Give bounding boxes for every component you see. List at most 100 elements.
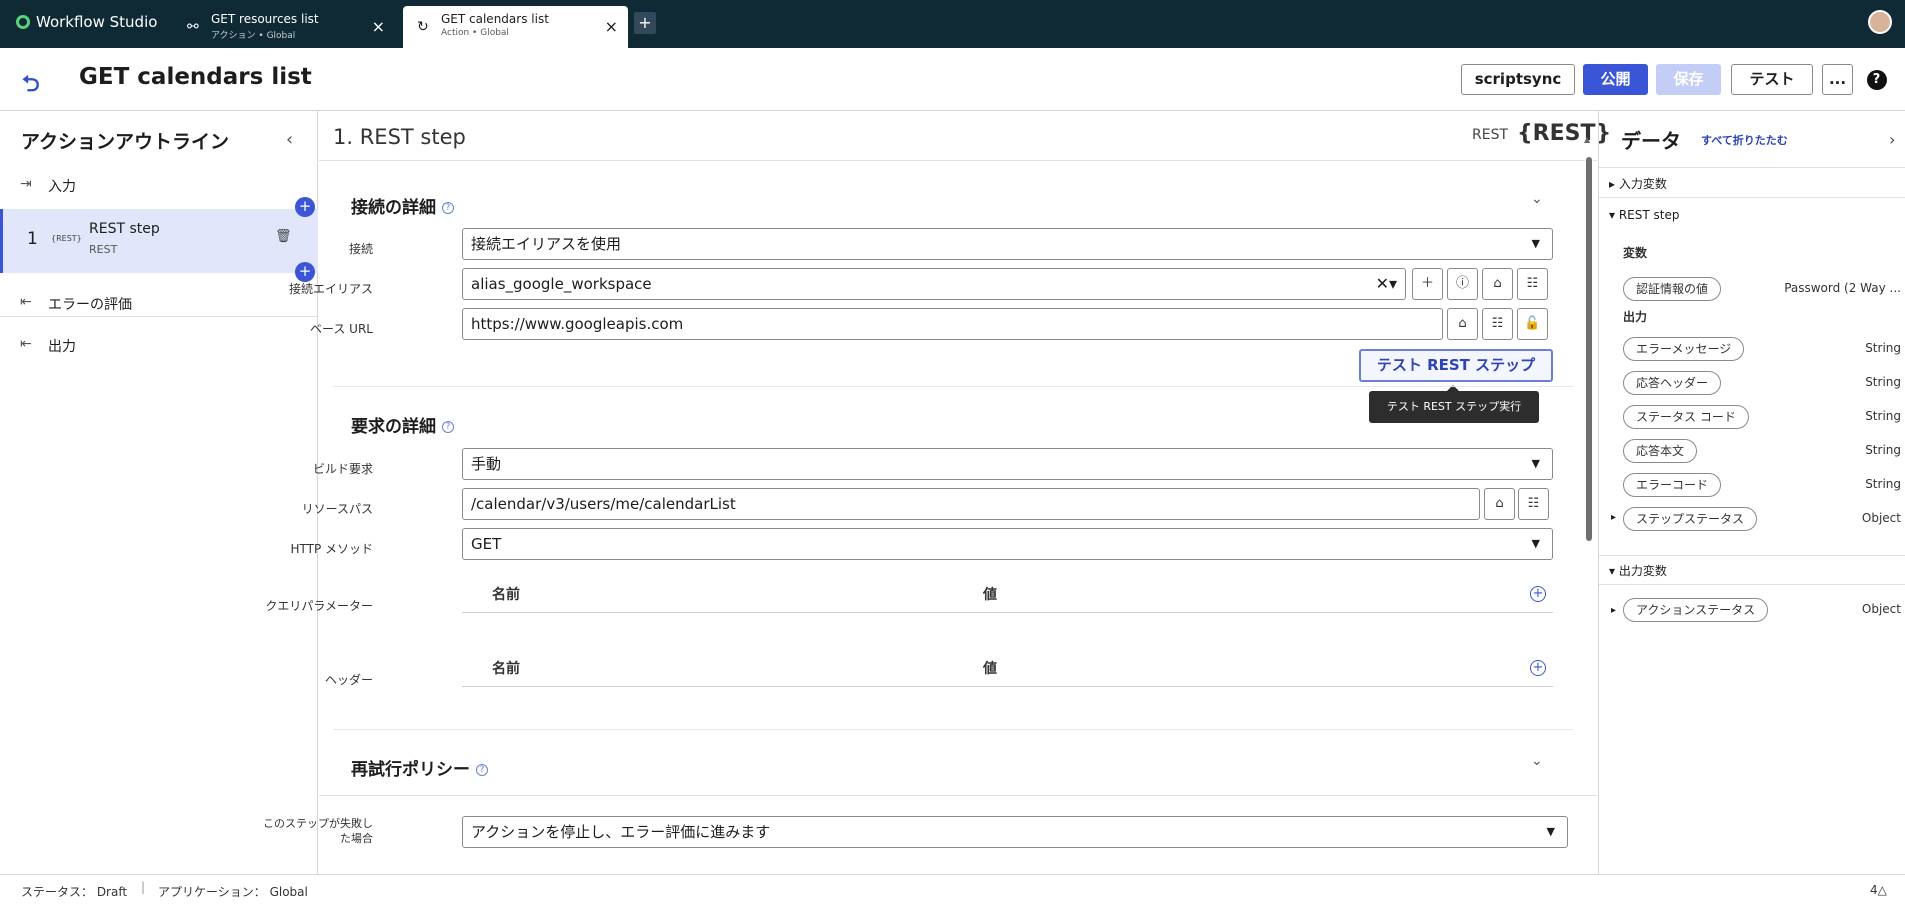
scroll-up-icon[interactable]: ▲ xyxy=(1584,135,1590,144)
output-vars-toggle[interactable]: ▾ 出力変数 xyxy=(1609,562,1667,579)
help-icon[interactable]: ? xyxy=(476,764,488,776)
connection-select[interactable]: 接続エイリアスを使用 ▼ xyxy=(462,228,1553,260)
application-text: アプリケーション： Global xyxy=(158,885,308,899)
rest-step-toggle[interactable]: ▾ REST step xyxy=(1609,208,1679,222)
divider xyxy=(1599,167,1905,168)
data-panel: データ すべて折りたたむ › ▸ 入力変数 ▾ REST step 変数 認証情… xyxy=(1598,111,1905,874)
pill-icon[interactable]: ⌂ xyxy=(1484,488,1515,520)
caret-down-icon: ▼ xyxy=(1546,825,1555,838)
status-bar: ステータス： Draft | アプリケーション： Global 4△ xyxy=(0,874,1905,904)
add-alias-button[interactable]: ＋ xyxy=(1412,268,1443,300)
flow-icon: ⚯ xyxy=(187,19,199,35)
app-logo[interactable]: Workflow Studio xyxy=(16,13,157,31)
tab-get-resources-list[interactable]: ⚯ GET resources list アクション • Global × xyxy=(173,6,395,48)
field-label: ヘッダー xyxy=(324,673,373,687)
scriptsync-button[interactable]: scriptsync xyxy=(1461,64,1575,95)
info-icon[interactable]: ⓘ xyxy=(1447,268,1478,300)
chevron-right-icon[interactable]: › xyxy=(1889,130,1895,149)
test-button[interactable]: テスト xyxy=(1731,64,1813,95)
app-name: Workflow Studio xyxy=(36,13,158,31)
data-pill[interactable]: ステータス コード xyxy=(1623,405,1749,429)
bell-icon: △ xyxy=(1877,883,1887,897)
divider xyxy=(319,160,1597,161)
outline-item-input[interactable]: ⇥ 入力 xyxy=(0,176,318,200)
pill-icon[interactable]: ⌂ xyxy=(1482,268,1513,300)
add-step-above-button[interactable]: + xyxy=(295,197,315,217)
alias-field[interactable]: alias_google_workspace ✕▾ xyxy=(462,268,1406,300)
scrollbar-thumb[interactable] xyxy=(1586,157,1592,541)
collapse-all-link[interactable]: すべて折りたたむ xyxy=(1701,132,1788,148)
data-pill[interactable]: アクションステータス xyxy=(1623,598,1769,622)
data-picker-icon[interactable]: ☷ xyxy=(1518,488,1549,520)
caret-down-icon: ▾ xyxy=(1609,208,1619,222)
help-icon[interactable]: ? xyxy=(442,202,454,214)
add-tab-button[interactable]: + xyxy=(634,12,656,34)
section-connection-details: 接続の詳細? xyxy=(351,193,454,218)
pill-icon[interactable]: ⌂ xyxy=(1447,308,1478,340)
divider xyxy=(1599,584,1905,585)
label-line: た場合 xyxy=(340,832,373,845)
data-pill[interactable]: 応答ヘッダー xyxy=(1623,371,1722,395)
lock-icon[interactable]: 🔓 xyxy=(1517,308,1548,340)
data-pill[interactable]: エラーメッセージ xyxy=(1623,337,1745,361)
caret-right-icon[interactable]: ▸ xyxy=(1611,605,1616,616)
clear-dropdown-icon[interactable]: ✕▾ xyxy=(1376,269,1397,299)
build-request-select[interactable]: 手動 ▼ xyxy=(462,448,1553,480)
help-icon[interactable]: ? xyxy=(442,421,454,433)
add-step-below-button[interactable]: + xyxy=(295,262,315,282)
field-label: ベース URL xyxy=(309,322,373,336)
divider xyxy=(1599,197,1905,198)
step-type-label: REST xyxy=(1472,127,1509,143)
data-pill[interactable]: エラーコード xyxy=(1623,473,1722,497)
separator: | xyxy=(141,880,146,894)
http-method-select[interactable]: GET ▼ xyxy=(462,528,1553,560)
outputs-label: 出力 xyxy=(1623,310,1648,324)
more-button[interactable]: ... xyxy=(1822,64,1853,95)
data-type: String xyxy=(1865,409,1901,423)
data-pill[interactable]: 応答本文 xyxy=(1623,439,1698,463)
chevron-down-icon[interactable]: ⌄ xyxy=(1531,191,1543,207)
section-label: REST step xyxy=(1618,208,1680,222)
data-type: String xyxy=(1865,443,1901,457)
tab-title: GET calendars list xyxy=(441,12,549,26)
output-icon: ⇤ xyxy=(20,336,32,352)
data-picker-icon[interactable]: ☷ xyxy=(1482,308,1513,340)
on-failure-select[interactable]: アクションを停止し、エラー評価に進みます ▼ xyxy=(462,816,1568,848)
add-query-param-button[interactable]: + xyxy=(1530,586,1546,602)
collapse-left-icon[interactable]: ‹ xyxy=(286,129,293,150)
tooltip: テスト REST ステップ実行 xyxy=(1369,385,1539,423)
caret-right-icon[interactable]: ▸ xyxy=(1611,512,1616,523)
chevron-down-icon[interactable]: ⌄ xyxy=(1531,753,1543,769)
input-vars-toggle[interactable]: ▸ 入力変数 xyxy=(1609,175,1667,192)
data-pill[interactable]: ステップステータス xyxy=(1623,507,1758,531)
resource-path-field[interactable]: /calendar/v3/users/me/calendarList xyxy=(462,488,1480,520)
caret-down-icon: ▼ xyxy=(1531,457,1540,470)
step-title: 1. REST step xyxy=(333,125,466,149)
tab-subtitle: Action • Global xyxy=(441,28,509,38)
notification-count[interactable]: 4△ xyxy=(1870,883,1887,897)
data-pill[interactable]: 認証情報の値 xyxy=(1623,277,1722,301)
section-label: 入力変数 xyxy=(1618,177,1667,191)
close-icon[interactable]: × xyxy=(372,17,385,36)
help-button[interactable]: ? xyxy=(1861,64,1892,95)
action-outline-panel: アクションアウトライン ‹ ⇥ 入力 1 {REST} REST step RE… xyxy=(0,111,318,874)
base-url-field[interactable]: https://www.googleapis.com xyxy=(462,308,1443,340)
close-icon[interactable]: × xyxy=(605,17,618,36)
select-value: アクションを停止し、エラー評価に進みます xyxy=(471,823,771,841)
avatar[interactable] xyxy=(1868,10,1892,34)
select-value: 手動 xyxy=(471,455,502,473)
data-picker-icon[interactable]: ☷ xyxy=(1517,268,1548,300)
step-name: REST step xyxy=(89,221,160,237)
section-label: 出力変数 xyxy=(1618,564,1667,578)
test-rest-step-button[interactable]: テスト REST ステップ xyxy=(1359,349,1553,382)
publish-button[interactable]: 公開 xyxy=(1583,64,1648,95)
scrollbar[interactable] xyxy=(1585,147,1593,627)
action-icon: ↻ xyxy=(417,19,429,35)
tab-get-calendars-list[interactable]: ↻ GET calendars list Action • Global × xyxy=(403,6,628,48)
caret-down-icon: ▼ xyxy=(1531,537,1540,550)
save-button[interactable]: 保存 xyxy=(1656,64,1721,95)
divider xyxy=(333,729,1573,730)
add-header-button[interactable]: + xyxy=(1530,660,1546,676)
section-request-details: 要求の詳細? xyxy=(351,412,454,437)
data-type: Object xyxy=(1861,602,1901,616)
